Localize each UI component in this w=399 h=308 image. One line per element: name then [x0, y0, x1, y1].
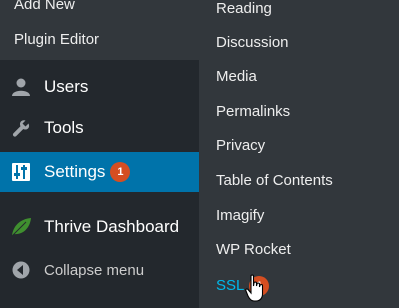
menu-label-settings: Settings 1	[44, 162, 131, 182]
menu-item-tools[interactable]: Tools	[0, 108, 199, 148]
menu-item-settings[interactable]: Settings 1	[0, 152, 208, 192]
flyout-item-permalinks[interactable]: Permalinks	[216, 103, 290, 121]
wrench-icon	[10, 118, 32, 138]
collapse-arrow-icon	[10, 260, 32, 280]
flyout-item-privacy[interactable]: Privacy	[216, 137, 265, 155]
settings-sliders-icon	[10, 162, 32, 182]
menu-label-collapse: Collapse menu	[44, 261, 145, 279]
leaf-icon	[10, 217, 32, 237]
flyout-item-table-of-contents[interactable]: Table of Contents	[216, 172, 333, 190]
menu-label-thrive-dashboard: Thrive Dashboard	[44, 217, 180, 236]
ssl-label: SSL	[216, 277, 245, 294]
flyout-item-discussion[interactable]: Discussion	[216, 34, 289, 52]
menu-label-users: Users	[44, 77, 89, 96]
settings-label-text: Settings	[44, 162, 106, 181]
menu-item-thrive-dashboard[interactable]: Thrive Dashboard	[0, 207, 199, 247]
settings-update-badge: 1	[110, 162, 131, 182]
submenu-item-add-new[interactable]: Add New	[14, 0, 75, 14]
collapse-menu-button[interactable]: Collapse menu	[0, 250, 199, 290]
submenu-item-plugin-editor[interactable]: Plugin Editor	[14, 31, 99, 49]
flyout-item-wp-rocket[interactable]: WP Rocket	[216, 241, 291, 259]
flyout-item-reading[interactable]: Reading	[216, 0, 272, 18]
users-icon	[10, 77, 32, 97]
admin-sidebar: Add New Plugin Editor Users Tools Settin…	[0, 0, 208, 308]
flyout-item-imagify[interactable]: Imagify	[216, 207, 264, 225]
plugins-submenu: Add New Plugin Editor	[0, 0, 199, 60]
flyout-item-media[interactable]: Media	[216, 68, 257, 86]
menu-label-tools: Tools	[44, 118, 84, 137]
settings-flyout-submenu: Reading Discussion Media Permalinks Priv…	[199, 0, 399, 308]
menu-item-users[interactable]: Users	[0, 67, 199, 107]
hand-pointer-cursor-icon	[245, 274, 264, 302]
